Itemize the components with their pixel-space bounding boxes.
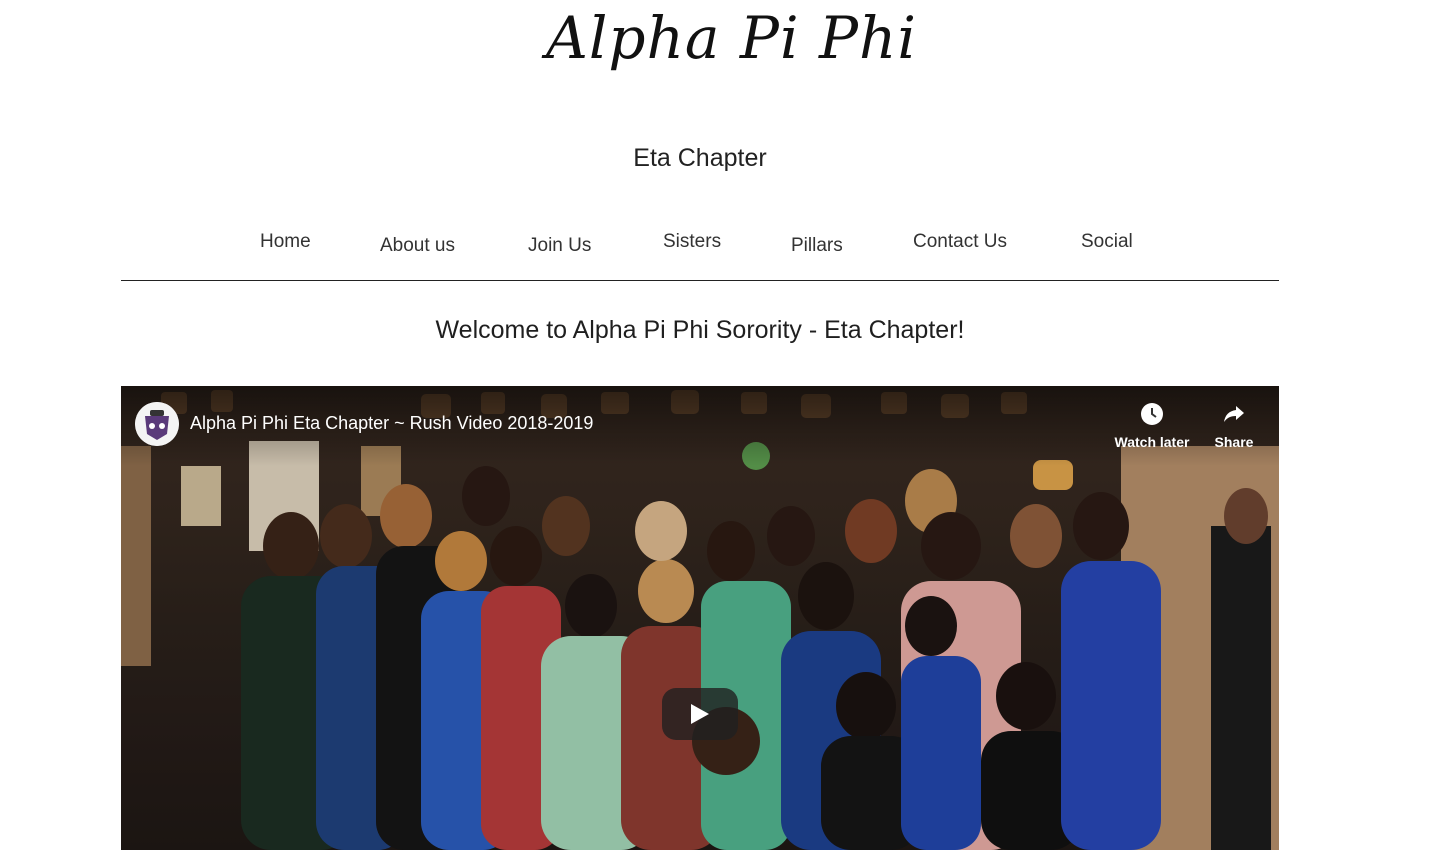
- nav-item-sisters[interactable]: Sisters: [663, 231, 721, 253]
- chapter-subtitle: Eta Chapter: [633, 144, 767, 172]
- site-logo[interactable]: Alpha Pi Phi: [0, 0, 1432, 110]
- share-label: Share: [1214, 434, 1254, 450]
- channel-logo-icon: [135, 402, 179, 446]
- nav-item-join-us[interactable]: Join Us: [528, 235, 591, 257]
- share-arrow-icon: [1224, 406, 1244, 422]
- channel-avatar[interactable]: [135, 402, 179, 446]
- logo-text: Alpha Pi Phi: [546, 4, 917, 72]
- main-nav: Home About us Join Us Sisters Pillars Co…: [0, 228, 1432, 268]
- share-button[interactable]: Share: [1194, 402, 1274, 450]
- watch-later-button[interactable]: Watch later: [1112, 402, 1192, 450]
- page: Alpha Pi Phi Eta Chapter Home About us J…: [0, 0, 1432, 850]
- nav-item-home[interactable]: Home: [260, 231, 311, 253]
- nav-item-about-us[interactable]: About us: [380, 235, 455, 257]
- watch-later-label: Watch later: [1114, 434, 1190, 450]
- clock-icon: [1141, 403, 1163, 425]
- play-icon: [691, 704, 709, 724]
- welcome-heading: Welcome to Alpha Pi Phi Sorority - Eta C…: [435, 316, 965, 344]
- video-title[interactable]: Alpha Pi Phi Eta Chapter ~ Rush Video 20…: [190, 413, 593, 434]
- play-button[interactable]: [662, 688, 738, 740]
- nav-item-social[interactable]: Social: [1081, 231, 1133, 253]
- video-player[interactable]: Alpha Pi Phi Eta Chapter ~ Rush Video 20…: [121, 386, 1279, 850]
- nav-divider: [121, 280, 1279, 281]
- nav-item-contact-us[interactable]: Contact Us: [913, 231, 1007, 253]
- nav-item-pillars[interactable]: Pillars: [791, 235, 843, 257]
